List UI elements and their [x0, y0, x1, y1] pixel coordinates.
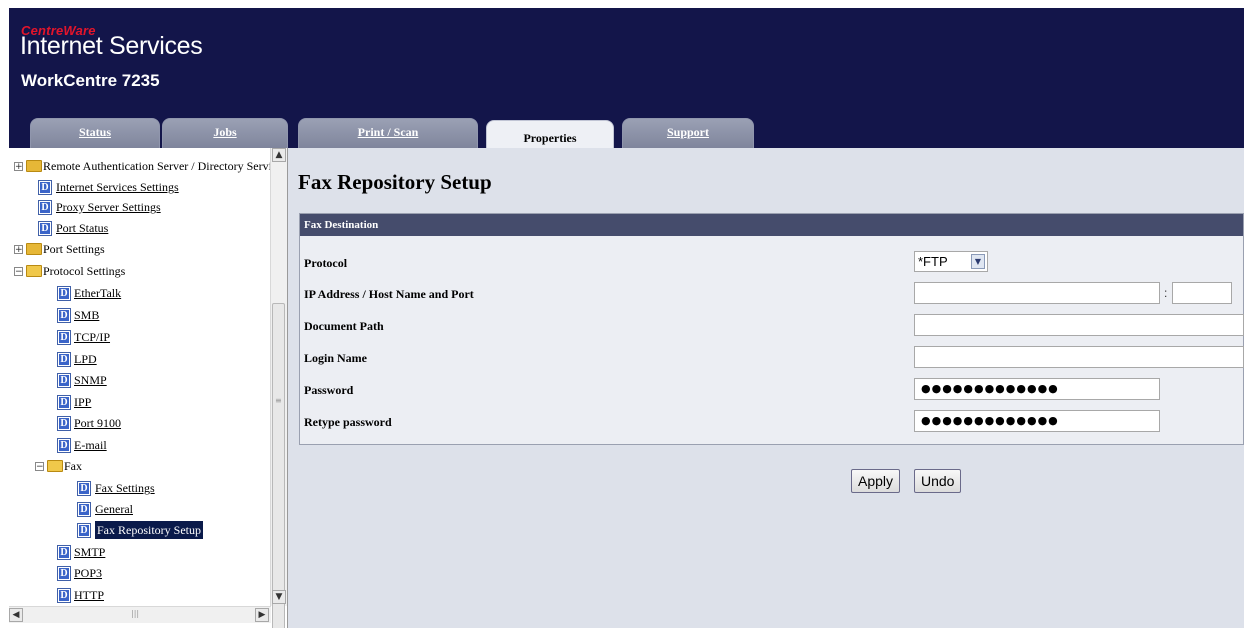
grip-icon: |||: [131, 609, 140, 618]
password-input[interactable]: ●●●●●●●●●●●●●: [914, 378, 1160, 400]
tree-item-label-selected[interactable]: Fax Repository Setup: [95, 521, 203, 539]
folder-open-icon: [47, 460, 63, 472]
page-icon: D: [57, 438, 71, 453]
tree-item-label[interactable]: Proxy Server Settings: [56, 198, 161, 216]
scroll-left-icon[interactable]: ◀: [9, 608, 23, 622]
page-icon: D: [38, 200, 52, 215]
tree-vertical-scrollbar[interactable]: ▲ ≡ ▼: [270, 148, 287, 628]
password-mask: ●●●●●●●●●●●●●: [921, 382, 1059, 395]
tree-item-label[interactable]: SMTP: [74, 543, 105, 561]
undo-button[interactable]: Undo: [914, 469, 962, 493]
tree-item-label[interactable]: IPP: [74, 393, 91, 411]
expand-plus-icon[interactable]: +: [14, 162, 23, 172]
protocol-label: Protocol: [304, 256, 348, 270]
tree-item-label[interactable]: E-mail: [74, 436, 107, 454]
tree-item-label[interactable]: Internet Services Settings: [56, 178, 179, 196]
document-path-label: Document Path: [304, 319, 384, 333]
scrollbar-thumb[interactable]: [272, 303, 285, 628]
page-icon: D: [57, 588, 71, 603]
page-icon: D: [38, 221, 52, 236]
folder-open-icon: [26, 265, 42, 277]
tree-item-label[interactable]: LPD: [74, 350, 97, 368]
tree-item-label[interactable]: General: [95, 500, 133, 518]
fax-destination-panel: Fax Destination Protocol *FTP ▼ IP Addre…: [299, 213, 1244, 445]
tree-item-label[interactable]: POP3: [74, 564, 102, 582]
collapse-minus-icon[interactable]: −: [35, 462, 44, 472]
retype-password-input[interactable]: ●●●●●●●●●●●●●: [914, 410, 1160, 432]
tree-item-label[interactable]: Protocol Settings: [43, 262, 125, 280]
password-label: Password: [304, 383, 354, 397]
retype-password-mask: ●●●●●●●●●●●●●: [921, 414, 1059, 427]
page-icon: D: [38, 180, 52, 195]
page-icon: D: [77, 481, 91, 496]
tree-item-label[interactable]: Port Status: [56, 219, 108, 237]
device-model: WorkCentre 7235: [21, 71, 160, 90]
page-icon: D: [57, 308, 71, 323]
tab-status[interactable]: Status: [30, 118, 160, 148]
navigation-tree: + Remote Authentication Server / Directo…: [9, 148, 288, 628]
tree-horizontal-scrollbar[interactable]: ◀ ||| ▶: [9, 606, 271, 623]
tree-item-label[interactable]: Fax Settings: [95, 479, 155, 497]
page-title: Fax Repository Setup: [298, 170, 492, 194]
retype-password-label: Retype password: [304, 415, 392, 429]
tree-item-label[interactable]: HTTP: [74, 586, 104, 604]
tree-item-label[interactable]: Fax: [64, 457, 82, 475]
scroll-up-icon[interactable]: ▲: [272, 148, 286, 162]
apply-button[interactable]: Apply: [851, 469, 901, 493]
page-icon: D: [77, 523, 91, 538]
port-separator: :: [1164, 286, 1168, 300]
chevron-down-icon[interactable]: ▼: [971, 254, 985, 269]
tree-item-label[interactable]: Port Settings: [43, 240, 105, 258]
ip-address-input[interactable]: [914, 282, 1160, 304]
ip-address-label: IP Address / Host Name and Port: [304, 287, 474, 301]
section-header: Fax Destination: [300, 214, 1243, 236]
brand-title: Internet Services: [20, 32, 203, 60]
page-icon: D: [77, 502, 91, 517]
scroll-right-icon[interactable]: ▶: [255, 608, 269, 622]
tab-support[interactable]: Support: [622, 118, 754, 148]
protocol-select-value: *FTP: [918, 254, 948, 269]
grip-icon: ≡: [275, 396, 282, 405]
page-icon: D: [57, 545, 71, 560]
tree-item-label[interactable]: SNMP: [74, 371, 107, 389]
port-input[interactable]: [1172, 282, 1232, 304]
collapse-minus-icon[interactable]: −: [14, 267, 23, 277]
scroll-down-icon[interactable]: ▼: [272, 590, 286, 604]
page-icon: D: [57, 416, 71, 431]
tab-properties[interactable]: Properties: [486, 120, 614, 148]
page-icon: D: [57, 352, 71, 367]
login-name-label: Login Name: [304, 351, 367, 365]
tab-jobs[interactable]: Jobs: [162, 118, 288, 148]
main-content: Fax Repository Setup Fax Destination Pro…: [288, 148, 1244, 628]
tree-item-label[interactable]: Port 9100: [74, 414, 121, 432]
tree-item-label[interactable]: SMB: [74, 306, 99, 324]
tree-item-label[interactable]: TCP/IP: [74, 328, 110, 346]
folder-icon: [26, 243, 42, 255]
tree-item-label[interactable]: Remote Authentication Server / Directory…: [43, 157, 283, 175]
protocol-select[interactable]: *FTP ▼: [914, 251, 988, 272]
page-icon: D: [57, 286, 71, 301]
page-icon: D: [57, 566, 71, 581]
login-name-input[interactable]: [914, 346, 1244, 368]
tab-print-scan[interactable]: Print / Scan: [298, 118, 478, 148]
page-icon: D: [57, 330, 71, 345]
folder-icon: [26, 160, 42, 172]
page-icon: D: [57, 373, 71, 388]
document-path-input[interactable]: [914, 314, 1244, 336]
expand-plus-icon[interactable]: +: [14, 245, 23, 255]
page-icon: D: [57, 395, 71, 410]
tree-item-label[interactable]: EtherTalk: [74, 284, 121, 302]
